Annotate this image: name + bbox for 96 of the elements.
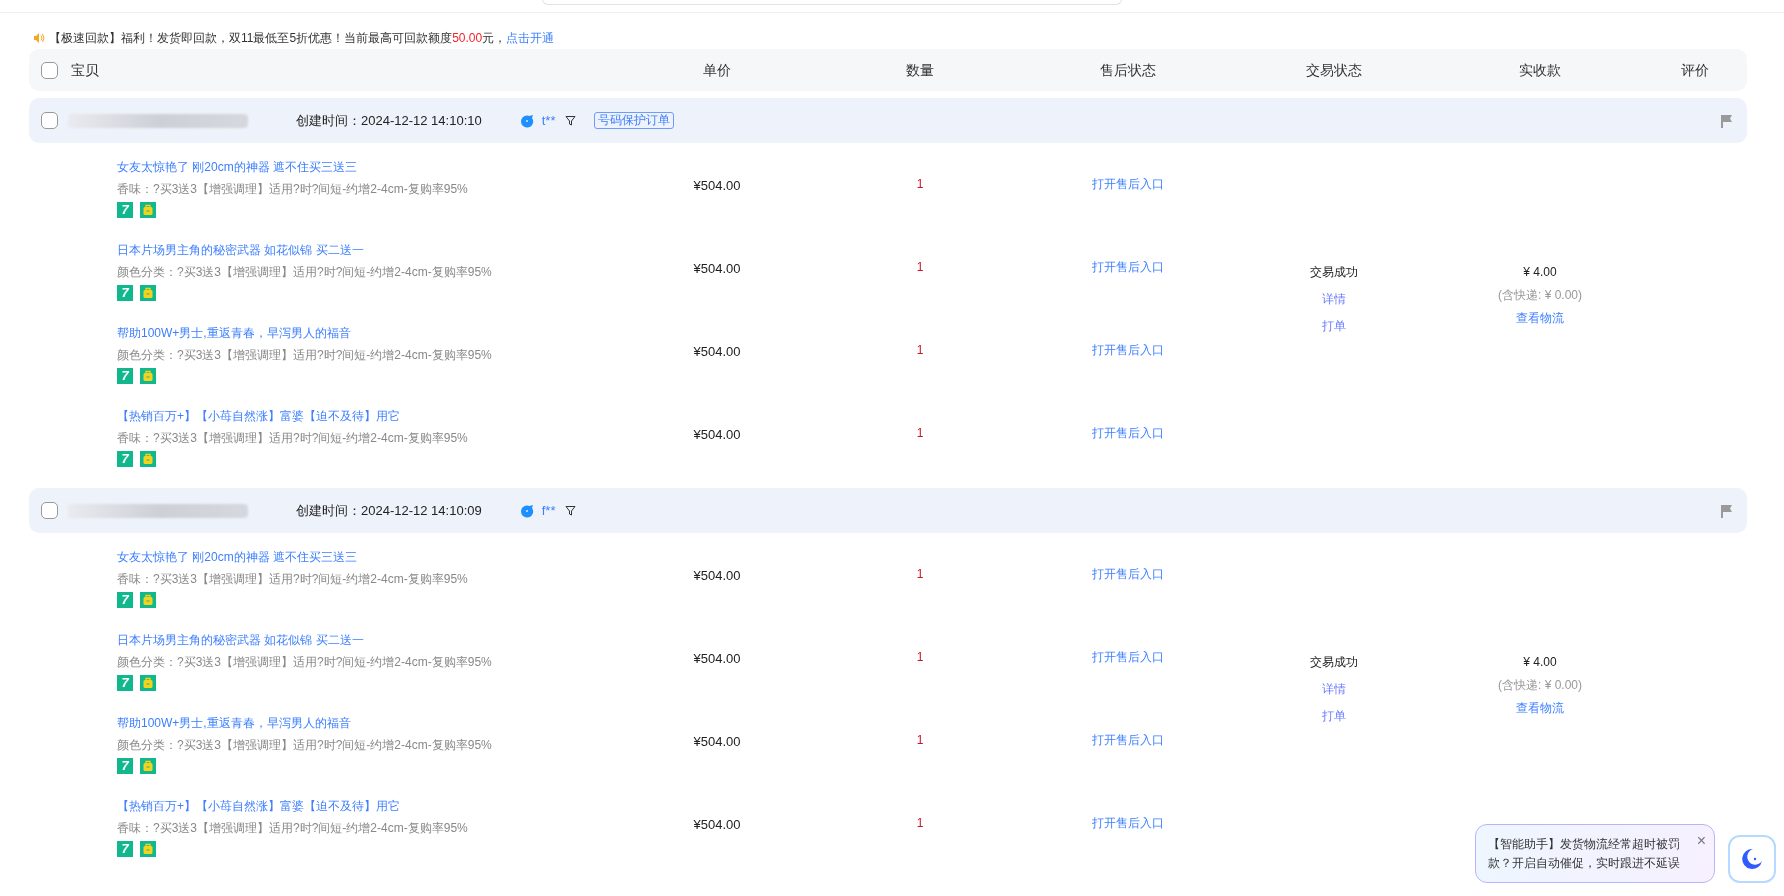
product-title[interactable]: 女友太惊艳了 刚20cm的神器 遮不住买三送三: [117, 549, 619, 565]
assistant-button[interactable]: [1728, 835, 1776, 883]
product-sku: 香味：?买3送3【增强调理】适用?时?间短-约增2-4cm-复购率95%: [117, 571, 469, 587]
checkbox[interactable]: [41, 112, 58, 129]
after-sale-link[interactable]: 打开售后入口: [1092, 730, 1164, 749]
quantity: 1: [916, 648, 924, 666]
quantity: 1: [916, 258, 924, 276]
bag-icon: [140, 592, 156, 608]
order-action-link[interactable]: 详情: [1322, 680, 1346, 698]
received-amount: ¥ 4.00: [1523, 654, 1557, 671]
order-action-link[interactable]: 详情: [1322, 290, 1346, 308]
after-sale-link[interactable]: 打开售后入口: [1092, 340, 1164, 359]
product-title[interactable]: 日本片场男主角的秘密武器 如花似锦 买二送一: [117, 242, 619, 258]
service-badge: 7: [117, 675, 133, 691]
product-sku: 颜色分类：?买3送3【增强调理】适用?时?间短-约增2-4cm-复购率95%: [117, 264, 493, 280]
product-sku: 颜色分类：?买3送3【增强调理】适用?时?间短-约增2-4cm-复购率95%: [117, 654, 493, 670]
shipping-fee: (含快递: ¥ 0.00): [1498, 287, 1582, 304]
service-badge: 7: [117, 758, 133, 774]
product-title[interactable]: 女友太惊艳了 刚20cm的神器 遮不住买三送三: [117, 159, 619, 175]
service-badge: 7: [117, 841, 133, 857]
service-badge: 7: [117, 202, 133, 218]
quantity: 1: [916, 424, 924, 442]
product-sku: 香味：?买3送3【增强调理】适用?时?间短-约增2-4cm-复购率95%: [117, 430, 469, 446]
unit-price: ¥504.00: [693, 566, 741, 585]
order-tag: 号码保护订单: [594, 112, 675, 129]
column-header: 交易状态: [1306, 61, 1362, 78]
quantity: 1: [916, 814, 924, 832]
filter-icon[interactable]: [565, 505, 577, 516]
service-badge: 7: [117, 451, 133, 467]
product-title[interactable]: 【热销百万+】【小苺自然涨】富婆【迫不及待】用它: [117, 408, 619, 424]
filter-icon[interactable]: [565, 115, 577, 126]
product-title[interactable]: 帮助100W+男士,重返青春，早泻男人的福音: [117, 325, 619, 341]
quantity: 1: [916, 731, 924, 749]
quantity: 1: [916, 341, 924, 359]
column-header: 实收款: [1519, 61, 1561, 78]
after-sale-link[interactable]: 打开售后入口: [1092, 564, 1164, 583]
after-sale-link[interactable]: 打开售后入口: [1092, 257, 1164, 276]
trade-status: 交易成功: [1310, 654, 1358, 671]
service-badge: 7: [117, 368, 133, 384]
product-sku: 香味：?买3送3【增强调理】适用?时?间短-约增2-4cm-复购率95%: [117, 181, 469, 197]
logistics-link[interactable]: 查看物流: [1516, 309, 1564, 327]
unit-price: ¥504.00: [693, 649, 741, 668]
buyer-name[interactable]: t**: [541, 110, 556, 131]
product-title[interactable]: 【热销百万+】【小苺自然涨】富婆【迫不及待】用它: [117, 798, 619, 814]
column-header: 评价: [1681, 61, 1709, 78]
product-sku: 颜色分类：?买3送3【增强调理】适用?时?间短-约增2-4cm-复购率95%: [117, 737, 493, 753]
unit-price: ¥504.00: [693, 342, 741, 361]
column-header: 数量: [906, 61, 934, 78]
bag-icon: [140, 841, 156, 857]
product-sku: 颜色分类：?买3送3【增强调理】适用?时?间短-约增2-4cm-复购率95%: [117, 347, 493, 363]
column-header: 售后状态: [1100, 61, 1156, 78]
unit-price: ¥504.00: [693, 176, 741, 195]
bag-icon: [140, 285, 156, 301]
shipping-fee: (含快递: ¥ 0.00): [1498, 677, 1582, 694]
moon-face-icon: [1741, 848, 1763, 870]
notice-text: 【极速回款】福利！发货即回款，双11最低至5折优惠！当前最高可回款额度50.00元，: [49, 30, 507, 47]
checkbox[interactable]: [41, 502, 58, 519]
created-time: 创建时间：2024-12-12 14:10:10: [296, 111, 482, 130]
service-badge: 7: [117, 285, 133, 301]
unit-price: ¥504.00: [693, 425, 741, 444]
after-sale-link[interactable]: 打开售后入口: [1092, 813, 1164, 832]
bag-icon: [140, 675, 156, 691]
buyer-name[interactable]: f**: [541, 500, 556, 521]
column-header: 单价: [703, 61, 731, 78]
column-header: 宝贝: [71, 60, 99, 80]
product-sku: 香味：?买3送3【增强调理】适用?时?间短-约增2-4cm-复购率95%: [117, 820, 469, 836]
after-sale-link[interactable]: 打开售后入口: [1092, 647, 1164, 666]
product-title[interactable]: 日本片场男主角的秘密武器 如花似锦 买二送一: [117, 632, 619, 648]
quantity: 1: [916, 565, 924, 583]
bag-icon: [140, 202, 156, 218]
product-title[interactable]: 帮助100W+男士,重返青春，早泻男人的福音: [117, 715, 619, 731]
unit-price: ¥504.00: [693, 259, 741, 278]
chat-bubble-icon[interactable]: [519, 503, 534, 518]
flag-icon[interactable]: [1721, 503, 1733, 518]
unit-price: ¥504.00: [693, 815, 741, 834]
bag-icon: [140, 758, 156, 774]
bag-icon: [140, 368, 156, 384]
unit-price: ¥504.00: [693, 732, 741, 751]
close-button[interactable]: ×: [1696, 832, 1706, 850]
trade-status: 交易成功: [1310, 264, 1358, 281]
service-badge: 7: [117, 592, 133, 608]
flag-icon[interactable]: [1721, 113, 1733, 128]
order-action-link[interactable]: 打单: [1322, 707, 1346, 725]
order-action-link[interactable]: 打单: [1322, 317, 1346, 335]
after-sale-link[interactable]: 打开售后入口: [1092, 174, 1164, 193]
checkbox[interactable]: [41, 61, 58, 79]
received-amount: ¥ 4.00: [1523, 264, 1557, 281]
quantity: 1: [916, 175, 924, 193]
created-time: 创建时间：2024-12-12 14:10:09: [296, 501, 482, 520]
chat-bubble-icon[interactable]: [519, 113, 534, 128]
assistant-message: 【智能助手】发货物流经常超时被罚款？开启自动催促，实时跟进不延误: [1488, 836, 1681, 872]
logistics-link[interactable]: 查看物流: [1516, 699, 1564, 717]
bag-icon: [140, 451, 156, 467]
activate-link[interactable]: 点击开通: [506, 29, 555, 47]
speaker-icon: [33, 32, 45, 44]
after-sale-link[interactable]: 打开售后入口: [1092, 423, 1164, 442]
